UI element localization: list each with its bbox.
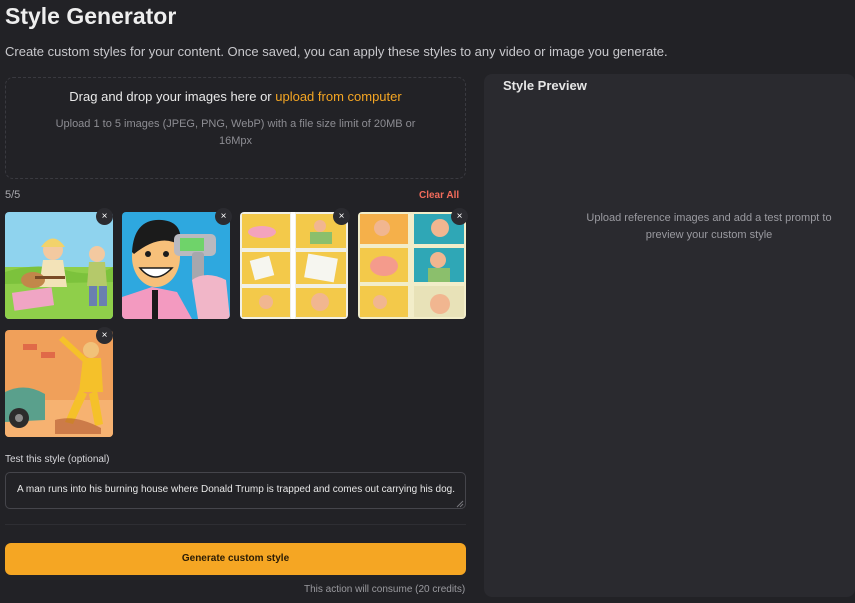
remove-image-3-button[interactable]: × <box>333 208 350 225</box>
style-preview-empty-message: Upload reference images and add a test p… <box>586 212 832 241</box>
test-prompt-input[interactable] <box>5 472 466 509</box>
reference-image-3[interactable] <box>240 212 348 319</box>
page-title: Style Generator <box>5 3 177 29</box>
section-divider <box>5 524 466 525</box>
test-style-label: Test this style (optional) <box>5 454 110 465</box>
image-count: 5/5 <box>5 189 21 201</box>
reference-image-4[interactable] <box>358 212 466 319</box>
style-preview-panel: Style Preview Upload reference images an… <box>484 74 855 597</box>
comic-panels-illustration <box>240 212 348 319</box>
comic-characters-illustration <box>358 212 466 319</box>
image-dropzone[interactable]: Drag and drop your images here or upload… <box>5 77 466 179</box>
remove-image-4-button[interactable]: × <box>451 208 468 225</box>
remove-image-2-button[interactable]: × <box>215 208 232 225</box>
credits-note: This action will consume (20 credits) <box>304 584 466 595</box>
dropzone-text: Drag and drop your images here or upload… <box>6 89 465 104</box>
remove-image-5-button[interactable]: × <box>96 327 113 344</box>
remove-image-1-button[interactable]: × <box>96 208 113 225</box>
upload-hint: Upload 1 to 5 images (JPEG, PNG, WebP) w… <box>55 118 416 147</box>
clear-all-button[interactable]: Clear All <box>419 190 459 201</box>
resize-handle-icon[interactable] <box>456 500 464 508</box>
style-preview-title: Style Preview <box>503 78 587 93</box>
picnic-illustration <box>5 212 113 319</box>
reference-image-2[interactable] <box>122 212 230 319</box>
smiling-man-illustration <box>122 212 230 319</box>
page-subtitle: Create custom styles for your content. O… <box>5 44 668 59</box>
generate-custom-style-button[interactable]: Generate custom style <box>5 543 466 575</box>
style-generator-page: Style Generator Create custom styles for… <box>0 0 855 603</box>
reference-image-5[interactable] <box>5 330 113 437</box>
upload-from-computer-link[interactable]: upload from computer <box>275 89 401 104</box>
drag-drop-label: Drag and drop your images here or <box>69 89 276 104</box>
reference-image-1[interactable] <box>5 212 113 319</box>
man-orange-suit-illustration <box>5 330 113 437</box>
